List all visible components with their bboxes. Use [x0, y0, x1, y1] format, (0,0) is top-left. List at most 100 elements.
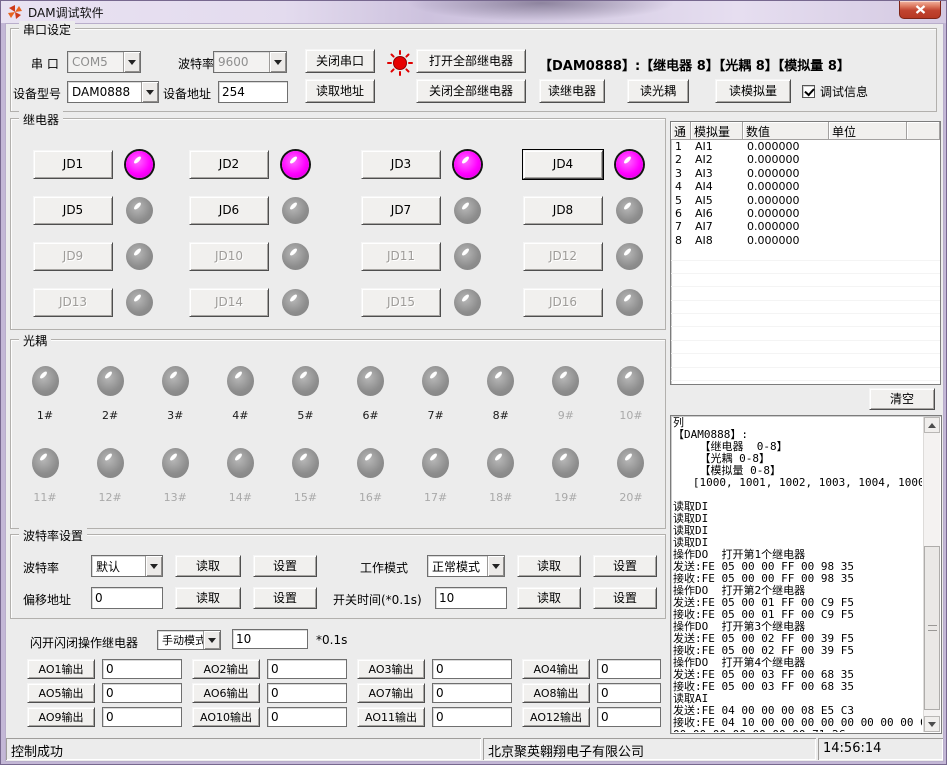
- close-serial-button[interactable]: 关闭串口: [305, 49, 375, 73]
- opto-item-2: 2#: [92, 366, 128, 422]
- relay-button-jd3[interactable]: JD3: [361, 150, 441, 179]
- ao-output-button-3[interactable]: AO3输出: [357, 659, 425, 679]
- baudrate-set-button[interactable]: 设置: [253, 555, 317, 577]
- baudrate-read-button[interactable]: 读取: [175, 555, 241, 577]
- chevron-down-icon[interactable]: [269, 52, 286, 72]
- work-mode-read-button[interactable]: 读取: [517, 555, 581, 577]
- offset-read-button[interactable]: 读取: [175, 587, 241, 609]
- relay-button-jd13[interactable]: JD13: [33, 288, 113, 317]
- relay-button-jd4[interactable]: JD4: [523, 150, 603, 179]
- flash-time-unit: *0.1s: [316, 633, 347, 647]
- analog-table-empty-row: [671, 381, 940, 385]
- chevron-down-icon[interactable]: [123, 52, 140, 72]
- ao-output-input-12[interactable]: [597, 707, 661, 727]
- titlebar[interactable]: DAM调试软件: [1, 1, 946, 23]
- chevron-down-icon[interactable]: [141, 82, 158, 102]
- debug-info-checkbox[interactable]: 调试信息: [802, 83, 868, 100]
- ao-output-button-9[interactable]: AO9输出: [27, 707, 95, 727]
- ao-output-input-11[interactable]: [432, 707, 512, 727]
- analog-column-header[interactable]: 模拟量: [691, 122, 743, 140]
- relay-button-jd9[interactable]: JD9: [33, 242, 113, 271]
- close-all-relays-button[interactable]: 关闭全部继电器: [416, 79, 526, 103]
- baudrate-select[interactable]: 默认: [91, 555, 163, 577]
- relay-button-jd16[interactable]: JD16: [523, 288, 603, 317]
- ao-output-input-4[interactable]: [597, 659, 661, 679]
- opto-label-16: 16#: [359, 491, 382, 504]
- scroll-up-icon[interactable]: [924, 417, 940, 433]
- relay-button-jd7[interactable]: JD7: [361, 196, 441, 225]
- ao-output-input-6[interactable]: [267, 683, 347, 703]
- ao-output-button-12[interactable]: AO12输出: [522, 707, 590, 727]
- switch-time-input[interactable]: [435, 587, 507, 609]
- ao-output-input-5[interactable]: [102, 683, 182, 703]
- ao-output-input-8[interactable]: [597, 683, 661, 703]
- ao-output-button-2[interactable]: AO2输出: [192, 659, 260, 679]
- ao-output-button-11[interactable]: AO11输出: [357, 707, 425, 727]
- relay-button-jd10[interactable]: JD10: [189, 242, 269, 271]
- switch-time-set-button[interactable]: 设置: [593, 587, 657, 609]
- read-address-button[interactable]: 读取地址: [305, 79, 375, 103]
- relay-button-jd6[interactable]: JD6: [189, 196, 269, 225]
- chevron-down-icon[interactable]: [145, 556, 162, 576]
- work-mode-set-button[interactable]: 设置: [593, 555, 657, 577]
- opto-led-13: [162, 448, 189, 478]
- offset-set-button[interactable]: 设置: [253, 587, 317, 609]
- read-relays-button[interactable]: 读继电器: [539, 79, 605, 103]
- relay-button-jd8[interactable]: JD8: [523, 196, 603, 225]
- opto-led-19: [552, 448, 579, 478]
- close-button[interactable]: [899, 1, 941, 19]
- ao-output-button-5[interactable]: AO5输出: [27, 683, 95, 703]
- ao-output-button-6[interactable]: AO6输出: [192, 683, 260, 703]
- ao-output-button-10[interactable]: AO10输出: [192, 707, 260, 727]
- open-all-relays-button[interactable]: 打开全部继电器: [416, 49, 526, 73]
- flash-mode-select[interactable]: 手动模式: [157, 630, 221, 650]
- offset-address-input[interactable]: [91, 587, 163, 609]
- relay-button-jd12[interactable]: JD12: [523, 242, 603, 271]
- chevron-down-icon[interactable]: [203, 631, 220, 649]
- opto-item-1: 1#: [27, 366, 63, 422]
- analog-column-header[interactable]: 数值: [743, 122, 829, 140]
- opto-label-7: 7#: [428, 409, 444, 422]
- relay-button-jd14[interactable]: JD14: [189, 288, 269, 317]
- analog-column-header[interactable]: [907, 122, 940, 140]
- relay-button-jd11[interactable]: JD11: [361, 242, 441, 271]
- switch-time-read-button[interactable]: 读取: [517, 587, 581, 609]
- log-scrollbar[interactable]: [923, 417, 940, 732]
- log-panel[interactable]: 列 【DAM0888】: 【继电器 0-8】 【光耦 0-8】 【模拟量 0-8…: [670, 415, 942, 734]
- work-mode-select[interactable]: 正常模式: [427, 555, 505, 577]
- relay-group-title: 继电器: [19, 111, 63, 128]
- relay-led-jd12: [616, 243, 643, 270]
- ao-output-input-10[interactable]: [267, 707, 347, 727]
- model-select[interactable]: DAM0888: [67, 81, 159, 103]
- baud-select[interactable]: 9600: [213, 51, 287, 73]
- ao-output-grid: AO1输出 AO2输出 AO3输出 AO4输出 AO5输出 AO6输出 AO7输出 AO8输出…: [27, 657, 677, 729]
- device-address-input[interactable]: [218, 81, 288, 103]
- relay-button-jd2[interactable]: JD2: [189, 150, 269, 179]
- relay-button-jd5[interactable]: JD5: [33, 196, 113, 225]
- relay-cell-jd10: JD10: [189, 233, 361, 279]
- ao-output-button-8[interactable]: AO8输出: [522, 683, 590, 703]
- analog-column-header[interactable]: 通: [671, 122, 691, 140]
- analog-table[interactable]: 通模拟量数值单位 1AI10.0000002AI20.0000003AI30.0…: [670, 121, 941, 385]
- serial-port-select[interactable]: COM5: [67, 51, 141, 73]
- chevron-down-icon[interactable]: [487, 556, 504, 576]
- ao-output-input-7[interactable]: [432, 683, 512, 703]
- scroll-down-icon[interactable]: [924, 716, 940, 732]
- flash-time-input[interactable]: [232, 629, 308, 649]
- relay-button-jd1[interactable]: JD1: [33, 150, 113, 179]
- relay-button-jd15[interactable]: JD15: [361, 288, 441, 317]
- ao-output-button-1[interactable]: AO1输出: [27, 659, 95, 679]
- read-analog-button[interactable]: 读模拟量: [715, 79, 791, 103]
- analog-column-header[interactable]: 单位: [829, 122, 907, 140]
- read-opto-button[interactable]: 读光耦: [627, 79, 689, 103]
- ao-output-input-3[interactable]: [432, 659, 512, 679]
- ao-output-input-9[interactable]: [102, 707, 182, 727]
- scrollbar-thumb[interactable]: [924, 546, 940, 710]
- ao-output-input-2[interactable]: [267, 659, 347, 679]
- ao-output-button-4[interactable]: AO4输出: [522, 659, 590, 679]
- clear-log-button[interactable]: 清空: [869, 388, 935, 410]
- relay-cell-jd5: JD5: [33, 187, 189, 233]
- ao-output-input-1[interactable]: [102, 659, 182, 679]
- relay-led-jd4: [616, 151, 643, 178]
- ao-output-button-7[interactable]: AO7输出: [357, 683, 425, 703]
